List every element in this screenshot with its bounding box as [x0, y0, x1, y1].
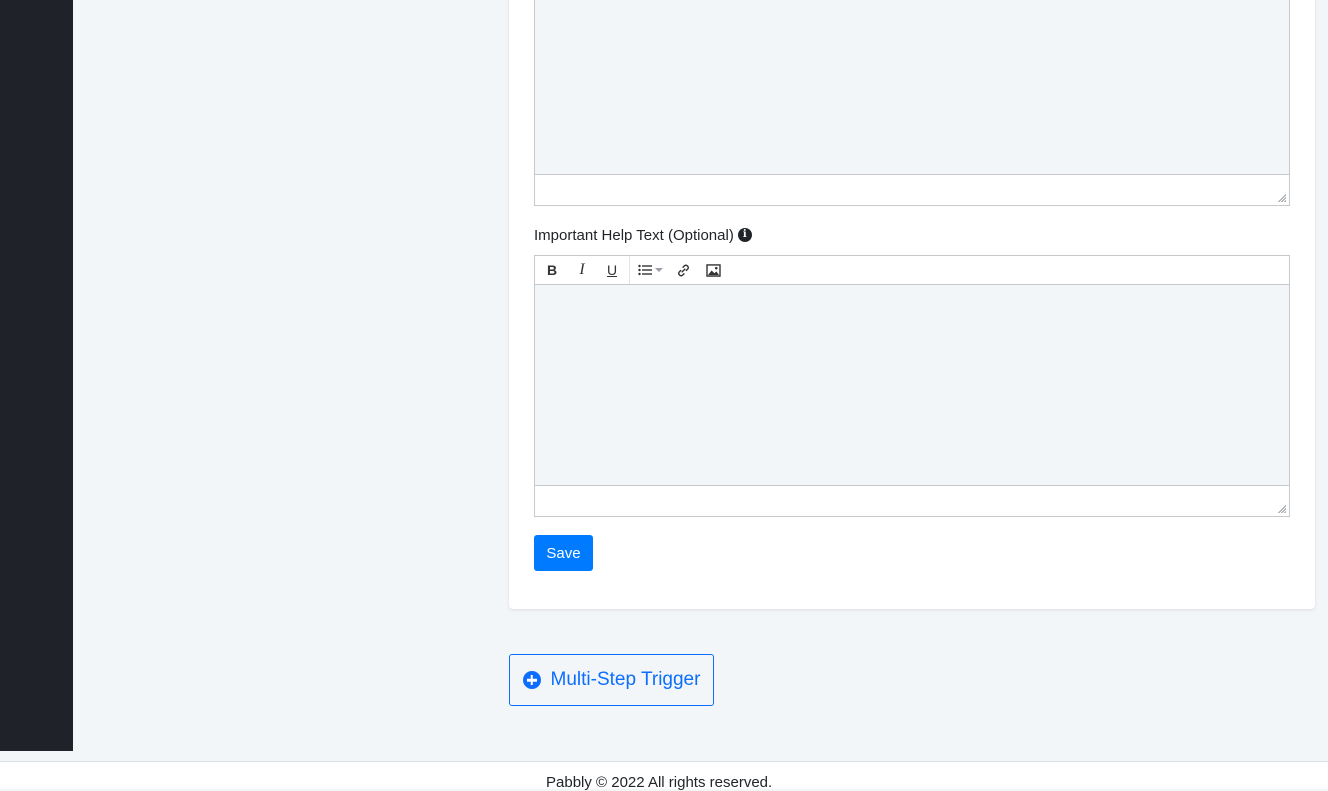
link-icon: [677, 264, 689, 276]
help-text-label-text: Important Help Text (Optional): [534, 226, 734, 244]
help-text-editor-statusbar: [534, 485, 1290, 517]
save-button[interactable]: Save: [534, 535, 593, 571]
link-button[interactable]: [668, 256, 698, 284]
sidebar: [0, 0, 73, 751]
multi-step-trigger-button[interactable]: Multi-Step Trigger: [509, 654, 714, 706]
bullet-list-button[interactable]: [632, 256, 668, 284]
info-circle-icon[interactable]: i: [737, 228, 752, 242]
footer: Pabbly © 2022 All rights reserved.: [0, 761, 1328, 791]
italic-button[interactable]: I: [567, 256, 597, 284]
resize-handle-icon[interactable]: [1277, 193, 1286, 202]
multi-step-trigger-label: Multi-Step Trigger: [550, 669, 701, 690]
toolbar-separator: [629, 256, 630, 284]
bullet-list-icon: [637, 264, 652, 276]
help-text-label: Important Help Text (Optional) i: [534, 226, 752, 244]
previous-editor-content[interactable]: [534, 0, 1290, 175]
footer-copyright: Pabbly © 2022 All rights reserved.: [546, 774, 773, 791]
image-icon: [705, 263, 721, 277]
chevron-down-icon: [654, 268, 663, 272]
bold-button[interactable]: B: [537, 256, 567, 284]
editor-toolbar: B I U: [534, 255, 1290, 285]
previous-editor-statusbar: [534, 174, 1290, 206]
resize-handle-icon[interactable]: [1277, 504, 1286, 513]
underline-button[interactable]: U: [597, 256, 627, 284]
help-text-editor[interactable]: [534, 285, 1290, 486]
image-button[interactable]: [698, 256, 728, 284]
plus-circle-icon: [522, 671, 541, 689]
